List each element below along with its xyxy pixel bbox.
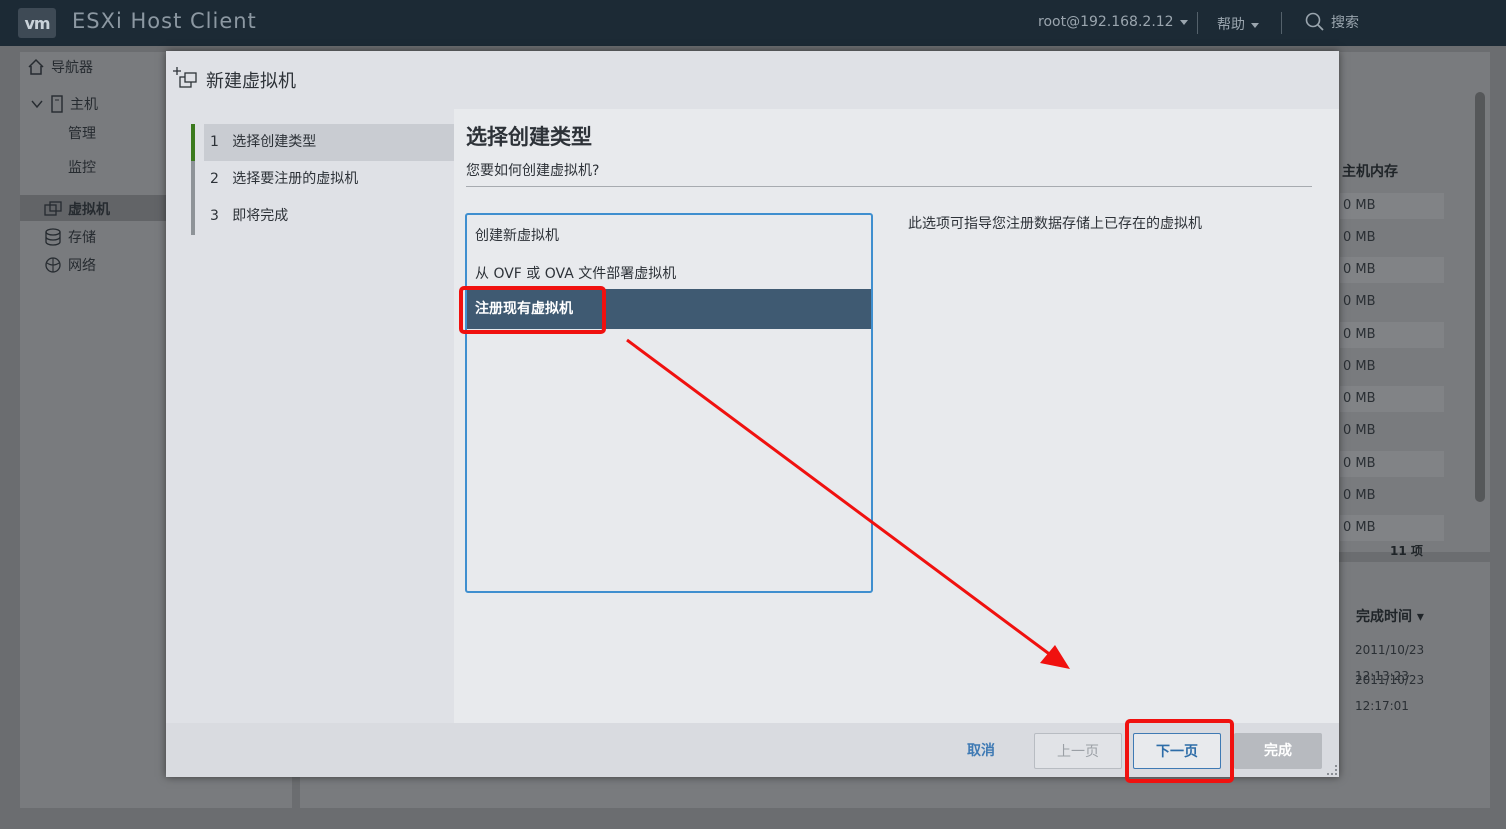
annotation-arrow: [626, 338, 1070, 669]
